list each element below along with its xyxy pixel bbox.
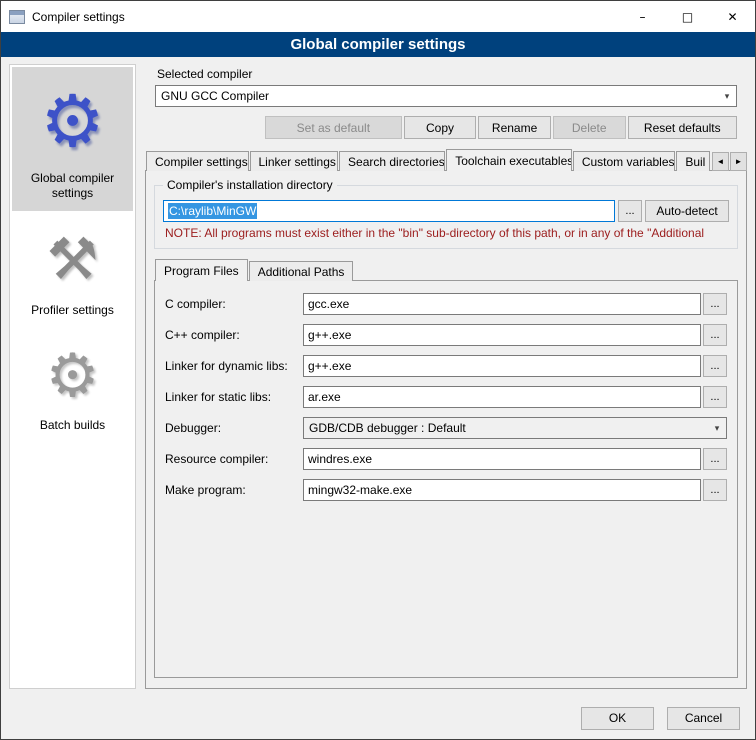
settings-tabstrip: Compiler settings Linker settings Search… (145, 149, 747, 171)
dynamic-linker-input[interactable] (303, 355, 701, 377)
make-program-row: Make program: ... (165, 479, 727, 501)
ok-button[interactable]: OK (581, 707, 654, 730)
delete-button[interactable]: Delete (553, 116, 626, 139)
compiler-actions: Set as default Copy Rename Delete Reset … (155, 116, 737, 139)
titlebar: Compiler settings – □ ✕ (1, 1, 755, 32)
sidebar-item-batch-builds[interactable]: ⚙ Batch builds (12, 328, 133, 443)
cpp-compiler-row: C++ compiler: ... (165, 324, 727, 346)
program-files-panel: C compiler: ... C++ compiler: ... Linker… (154, 280, 738, 678)
resource-compiler-row: Resource compiler: ... (165, 448, 727, 470)
static-linker-row: Linker for static libs: ... (165, 386, 727, 408)
hammer-icon: ⚒ (47, 223, 99, 297)
settings-category-sidebar: ⚙ Global compiler settings ⚒ Profiler se… (9, 64, 136, 689)
dialog-body: ⚙ Global compiler settings ⚒ Profiler se… (1, 57, 755, 697)
tab-program-files[interactable]: Program Files (155, 259, 248, 281)
c-compiler-browse-button[interactable]: ... (703, 293, 727, 315)
cancel-button[interactable]: Cancel (667, 707, 740, 730)
tab-toolchain-executables[interactable]: Toolchain executables (446, 149, 572, 171)
static-linker-label: Linker for static libs: (165, 390, 303, 404)
debugger-dropdown[interactable]: GDB/CDB debugger : Default ▾ (303, 417, 727, 439)
debugger-value: GDB/CDB debugger : Default (309, 421, 708, 435)
install-dir-value: C:\raylib\MinGW (168, 203, 257, 219)
compiler-settings-window: Compiler settings – □ ✕ Global compiler … (0, 0, 756, 740)
sidebar-item-profiler-settings[interactable]: ⚒ Profiler settings (12, 211, 133, 328)
window-controls: – □ ✕ (620, 1, 755, 32)
sidebar-item-label: Global compiler settings (15, 171, 130, 201)
chevron-down-icon: ▾ (708, 423, 726, 434)
tab-build-options-truncated[interactable]: Buil (676, 151, 710, 171)
resource-compiler-input[interactable] (303, 448, 701, 470)
make-program-input[interactable] (303, 479, 701, 501)
debugger-label: Debugger: (165, 421, 303, 435)
sidebar-item-label: Profiler settings (31, 303, 114, 318)
make-program-browse-button[interactable]: ... (703, 479, 727, 501)
debugger-row: Debugger: GDB/CDB debugger : Default ▾ (165, 417, 727, 439)
dynamic-linker-label: Linker for dynamic libs: (165, 359, 303, 373)
dialog-footer: OK Cancel (1, 697, 755, 739)
bin-subdirectory-note: NOTE: All programs must exist either in … (165, 226, 729, 240)
reset-defaults-button[interactable]: Reset defaults (628, 116, 738, 139)
set-as-default-button[interactable]: Set as default (265, 116, 402, 139)
tab-scroll-left-icon[interactable]: ◄ (712, 152, 729, 171)
rename-button[interactable]: Rename (478, 116, 551, 139)
copy-button[interactable]: Copy (404, 116, 477, 139)
dialog-banner: Global compiler settings (1, 32, 755, 57)
tab-additional-paths[interactable]: Additional Paths (249, 261, 354, 281)
gear-gray-icon: ⚙ (46, 340, 100, 412)
sidebar-item-label: Batch builds (40, 418, 105, 433)
tab-search-directories[interactable]: Search directories (339, 151, 445, 171)
main-panel: Selected compiler GNU GCC Compiler ▾ Set… (145, 64, 747, 689)
dynamic-linker-row: Linker for dynamic libs: ... (165, 355, 727, 377)
selected-compiler-value: GNU GCC Compiler (161, 89, 718, 103)
selected-compiler-section: Selected compiler GNU GCC Compiler ▾ Set… (145, 64, 747, 149)
close-button[interactable]: ✕ (710, 1, 755, 32)
c-compiler-label: C compiler: (165, 297, 303, 311)
install-dir-browse-button[interactable]: ... (618, 200, 642, 222)
sidebar-item-global-compiler-settings[interactable]: ⚙ Global compiler settings (12, 67, 133, 211)
gear-blue-icon: ⚙ (40, 79, 105, 165)
selected-compiler-label: Selected compiler (157, 67, 737, 81)
cpp-compiler-label: C++ compiler: (165, 328, 303, 342)
maximize-button[interactable]: □ (665, 1, 710, 32)
static-linker-browse-button[interactable]: ... (703, 386, 727, 408)
window-title: Compiler settings (32, 10, 620, 24)
autodetect-button[interactable]: Auto-detect (645, 200, 729, 222)
resource-compiler-browse-button[interactable]: ... (703, 448, 727, 470)
resource-compiler-label: Resource compiler: (165, 452, 303, 466)
dynamic-linker-browse-button[interactable]: ... (703, 355, 727, 377)
install-dir-input[interactable]: C:\raylib\MinGW (163, 200, 615, 222)
selected-compiler-dropdown[interactable]: GNU GCC Compiler ▾ (155, 85, 737, 107)
c-compiler-input[interactable] (303, 293, 701, 315)
tab-scroll-right-icon[interactable]: ► (730, 152, 747, 171)
program-files-tabstrip: Program Files Additional Paths (154, 259, 738, 281)
toolchain-executables-panel: Compiler's installation directory C:\ray… (145, 170, 747, 689)
installation-directory-groupbox: Compiler's installation directory C:\ray… (154, 185, 738, 249)
tab-compiler-settings[interactable]: Compiler settings (146, 151, 249, 171)
chevron-down-icon: ▾ (718, 91, 736, 102)
static-linker-input[interactable] (303, 386, 701, 408)
tab-linker-settings[interactable]: Linker settings (250, 151, 339, 171)
tab-custom-variables[interactable]: Custom variables (573, 151, 676, 171)
installation-directory-label: Compiler's installation directory (163, 178, 337, 192)
installation-directory-row: C:\raylib\MinGW ... Auto-detect (163, 200, 729, 222)
make-program-label: Make program: (165, 483, 303, 497)
c-compiler-row: C compiler: ... (165, 293, 727, 315)
app-icon (9, 10, 25, 24)
cpp-compiler-input[interactable] (303, 324, 701, 346)
cpp-compiler-browse-button[interactable]: ... (703, 324, 727, 346)
minimize-button[interactable]: – (620, 1, 665, 32)
